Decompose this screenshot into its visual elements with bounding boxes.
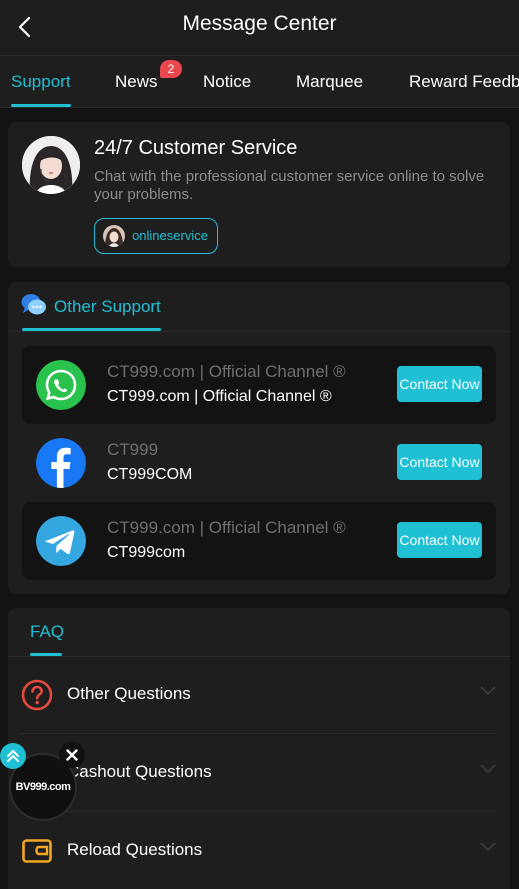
faq-item-label: Other Questions — [67, 684, 191, 703]
chevron-down-icon — [480, 686, 496, 696]
floating-brand-logo: BV999.com — [15, 781, 71, 793]
agent-avatar-icon — [22, 136, 80, 194]
expand-up-button[interactable] — [0, 743, 26, 769]
faq-item-label: Reload Questions — [67, 840, 203, 859]
contact-now-button[interactable]: Contact Now — [397, 366, 482, 402]
channel-name: CT999 — [107, 440, 159, 459]
active-tab-indicator — [11, 104, 71, 107]
other-support-card: Other Support CT999.com | Official Chann… — [8, 282, 510, 594]
faq-item-other-questions[interactable]: Other Questions — [8, 656, 510, 734]
close-floating-button[interactable] — [59, 742, 85, 768]
chevron-down-icon — [480, 764, 496, 774]
customer-service-title: 24/7 Customer Service — [94, 137, 298, 159]
tab-bar: Support News 2 Notice Marquee Reward Fee… — [0, 56, 519, 108]
tab-label: Marquee — [296, 72, 364, 91]
tab-label: Support — [11, 72, 71, 91]
channel-handle: CT999COM — [107, 466, 193, 483]
tab-support[interactable]: Support — [11, 56, 71, 107]
floating-promo-widget: BV999.com — [0, 740, 90, 825]
channel-whatsapp: CT999.com | Official Channel ® CT999.com… — [22, 346, 496, 424]
tab-label: Notice — [203, 72, 252, 91]
channel-name: CT999.com | Official Channel ® — [107, 518, 346, 537]
other-support-title: Other Support — [54, 297, 161, 316]
channel-handle: CT999.com | Official Channel ® — [107, 388, 332, 405]
telegram-icon — [36, 516, 86, 566]
close-icon — [66, 749, 78, 761]
page-title: Message Center — [182, 12, 337, 35]
double-chevron-up-icon — [7, 749, 19, 762]
chat-bubble-icon — [21, 294, 46, 315]
channel-facebook: CT999 CT999COM Contact Now — [22, 424, 496, 502]
faq-title: FAQ — [30, 622, 65, 641]
online-service-label: onlineservice — [132, 228, 208, 243]
tab-label: Reward Feedb — [409, 72, 519, 91]
tab-label: News — [115, 72, 158, 91]
channel-telegram: CT999.com | Official Channel ® CT999com … — [22, 502, 496, 580]
contact-now-button[interactable]: Contact Now — [397, 444, 482, 480]
other-support-header: Other Support — [8, 282, 510, 332]
section-tab-indicator — [22, 328, 161, 331]
tab-notice[interactable]: Notice — [203, 56, 251, 107]
channel-handle: CT999com — [107, 544, 186, 561]
header-bar: Message Center — [0, 0, 519, 56]
facebook-icon — [36, 438, 86, 488]
tab-marquee[interactable]: Marquee — [296, 56, 363, 107]
chevron-down-icon — [480, 842, 496, 852]
channel-name: CT999.com | Official Channel ® — [107, 362, 346, 381]
question-circle-icon — [21, 679, 53, 711]
unread-badge: 2 — [160, 60, 182, 78]
tab-reward-feedback[interactable]: Reward Feedb — [409, 56, 519, 107]
agent-avatar-small-icon — [103, 225, 125, 247]
customer-service-card: 24/7 Customer Service Chat with the prof… — [8, 122, 510, 267]
online-service-button[interactable]: onlineservice — [94, 218, 218, 254]
tab-news[interactable]: News 2 — [115, 56, 182, 107]
faq-header: FAQ — [8, 608, 510, 657]
customer-service-description: Chat with the professional customer serv… — [94, 168, 485, 203]
wallet-icon — [22, 839, 52, 863]
whatsapp-icon — [36, 360, 86, 410]
contact-now-button[interactable]: Contact Now — [397, 522, 482, 558]
